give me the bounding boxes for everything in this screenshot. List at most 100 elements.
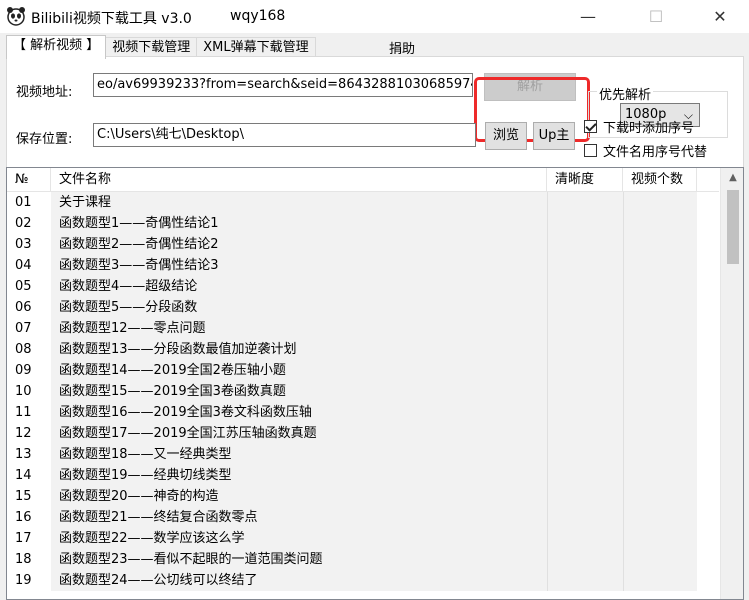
table-row[interactable]: 02 函数题型1——奇偶性结论1 xyxy=(7,213,719,234)
row-filename: 函数题型22——数学应该这么学 xyxy=(51,528,547,549)
table-row[interactable]: 03 函数题型2——奇偶性结论2 xyxy=(7,234,719,255)
row-quality xyxy=(547,507,623,528)
column-header-number[interactable]: № xyxy=(7,168,51,192)
row-number: 09 xyxy=(15,363,32,378)
table-row[interactable]: 15 函数题型20——神奇的构造 xyxy=(7,486,719,507)
column-header-video-count[interactable]: 视频个数 xyxy=(623,168,697,192)
list-header: № 文件名称 清晰度 视频个数 xyxy=(7,168,719,192)
checkbox-unchecked-icon xyxy=(584,144,597,157)
row-quality xyxy=(547,339,623,360)
row-quality xyxy=(547,276,623,297)
table-row[interactable]: 09 函数题型14——2019全国2卷压轴小题 xyxy=(7,360,719,381)
table-row[interactable]: 13 函数题型18——又一经典类型 xyxy=(7,444,719,465)
row-number: 19 xyxy=(15,573,32,588)
row-video-count xyxy=(623,297,697,318)
browse-button[interactable]: 浏览 xyxy=(485,122,527,150)
save-location-label: 保存位置: xyxy=(16,132,73,147)
tab-video-download-manager[interactable]: 视频下载管理 xyxy=(105,37,198,58)
tab-parse-video[interactable]: 【 解析视频 】 xyxy=(6,35,107,59)
row-filename: 关于课程 xyxy=(51,192,547,213)
row-video-count xyxy=(623,234,697,255)
column-header-filename[interactable]: 文件名称 xyxy=(51,168,547,192)
row-filename: 函数题型4——超级结论 xyxy=(51,276,547,297)
row-filename: 函数题型23——看似不起眼的一道范围类问题 xyxy=(51,549,547,570)
row-number: 07 xyxy=(15,321,32,336)
tab-donate[interactable]: 捐助 xyxy=(389,38,415,57)
minimize-button[interactable]: — xyxy=(565,0,611,33)
table-row[interactable]: 05 函数题型4——超级结论 xyxy=(7,276,719,297)
close-button[interactable]: ✕ xyxy=(697,0,743,33)
panda-app-icon xyxy=(7,7,25,26)
row-quality xyxy=(547,213,623,234)
row-filename: 函数题型1——奇偶性结论1 xyxy=(51,213,547,234)
row-quality xyxy=(547,402,623,423)
table-row[interactable]: 11 函数题型16——2019全国3卷文科函数压轴 xyxy=(7,402,719,423)
client-area: 【 解析视频 】 视频下载管理 XML弹幕下载管理 捐助 视频地址: eo/av… xyxy=(0,33,749,600)
row-number: 01 xyxy=(15,195,32,210)
table-row[interactable]: 18 函数题型23——看似不起眼的一道范围类问题 xyxy=(7,549,719,570)
row-video-count xyxy=(623,507,697,528)
row-quality xyxy=(547,234,623,255)
row-quality xyxy=(547,465,623,486)
row-filename: 函数题型18——又一经典类型 xyxy=(51,444,547,465)
tab-xml-danmaku-manager[interactable]: XML弹幕下载管理 xyxy=(196,37,316,58)
row-filename: 函数题型21——终结复合函数零点 xyxy=(51,507,547,528)
table-row[interactable]: 10 函数题型15——2019全国3卷函数真题 xyxy=(7,381,719,402)
row-quality xyxy=(547,192,623,213)
row-quality xyxy=(547,297,623,318)
column-header-quality[interactable]: 清晰度 xyxy=(547,168,623,192)
up-owner-button[interactable]: Up主 xyxy=(533,122,575,150)
row-number: 17 xyxy=(15,531,32,546)
table-row[interactable]: 19 函数题型24——公切线可以终结了 xyxy=(7,570,719,591)
row-video-count xyxy=(623,423,697,444)
row-number: 13 xyxy=(15,447,32,462)
url-label: 视频地址: xyxy=(16,85,73,100)
table-row[interactable]: 08 函数题型13——分段函数最值加逆袭计划 xyxy=(7,339,719,360)
row-video-count xyxy=(623,528,697,549)
row-number: 02 xyxy=(15,216,32,231)
row-filename: 函数题型16——2019全国3卷文科函数压轴 xyxy=(51,402,547,423)
row-filename: 函数题型2——奇偶性结论2 xyxy=(51,234,547,255)
row-quality xyxy=(547,549,623,570)
table-row[interactable]: 17 函数题型22——数学应该这么学 xyxy=(7,528,719,549)
table-row[interactable]: 04 函数题型3——奇偶性结论3 xyxy=(7,255,719,276)
row-quality xyxy=(547,486,623,507)
table-row[interactable]: 06 函数题型5——分段函数 xyxy=(7,297,719,318)
window-title: Bilibili视频下载工具 v3.0 xyxy=(31,11,192,27)
title-bar: Bilibili视频下载工具 v3.0 wqy168 — ☐ ✕ xyxy=(0,0,749,33)
index-as-filename-checkbox[interactable]: 文件名用序号代替 xyxy=(584,141,707,160)
row-number: 10 xyxy=(15,384,32,399)
table-row[interactable]: 07 函数题型12——零点问题 xyxy=(7,318,719,339)
row-video-count xyxy=(623,549,697,570)
row-number: 05 xyxy=(15,279,32,294)
url-input[interactable]: eo/av69939233?from=search&seid=864328810… xyxy=(93,73,473,97)
table-row[interactable]: 14 函数题型19——经典切线类型 xyxy=(7,465,719,486)
row-number: 15 xyxy=(15,489,32,504)
row-number: 18 xyxy=(15,552,32,567)
vertical-scrollbar[interactable]: ▲ xyxy=(720,168,743,599)
row-filename: 函数题型12——零点问题 xyxy=(51,318,547,339)
row-filename: 函数题型14——2019全国2卷压轴小题 xyxy=(51,360,547,381)
row-video-count xyxy=(623,465,697,486)
maximize-button[interactable]: ☐ xyxy=(633,0,679,33)
row-video-count xyxy=(623,213,697,234)
scroll-up-arrow-icon[interactable]: ▲ xyxy=(721,168,743,188)
row-video-count xyxy=(623,255,697,276)
column-header-filler xyxy=(697,168,719,192)
save-location-input[interactable]: C:\Users\纯七\Desktop\ xyxy=(93,123,476,147)
row-number: 16 xyxy=(15,510,32,525)
add-index-checkbox[interactable]: 下载时添加序号 xyxy=(584,117,694,136)
table-row[interactable]: 16 函数题型21——终结复合函数零点 xyxy=(7,507,719,528)
table-row[interactable]: 12 函数题型17——2019全国江苏压轴函数真题 xyxy=(7,423,719,444)
file-list[interactable]: № 文件名称 清晰度 视频个数 01 关于课程 02 函数题型1——奇偶性结论1 03 函… xyxy=(6,167,744,600)
row-quality xyxy=(547,360,623,381)
table-row[interactable]: 01 关于课程 xyxy=(7,192,719,213)
checkbox-checked-icon xyxy=(584,120,597,133)
row-quality xyxy=(547,423,623,444)
quality-group-title: 优先解析 xyxy=(597,84,654,103)
row-quality xyxy=(547,255,623,276)
scrollbar-thumb[interactable] xyxy=(727,190,739,264)
row-number: 08 xyxy=(15,342,32,357)
row-quality xyxy=(547,528,623,549)
row-filename: 函数题型5——分段函数 xyxy=(51,297,547,318)
